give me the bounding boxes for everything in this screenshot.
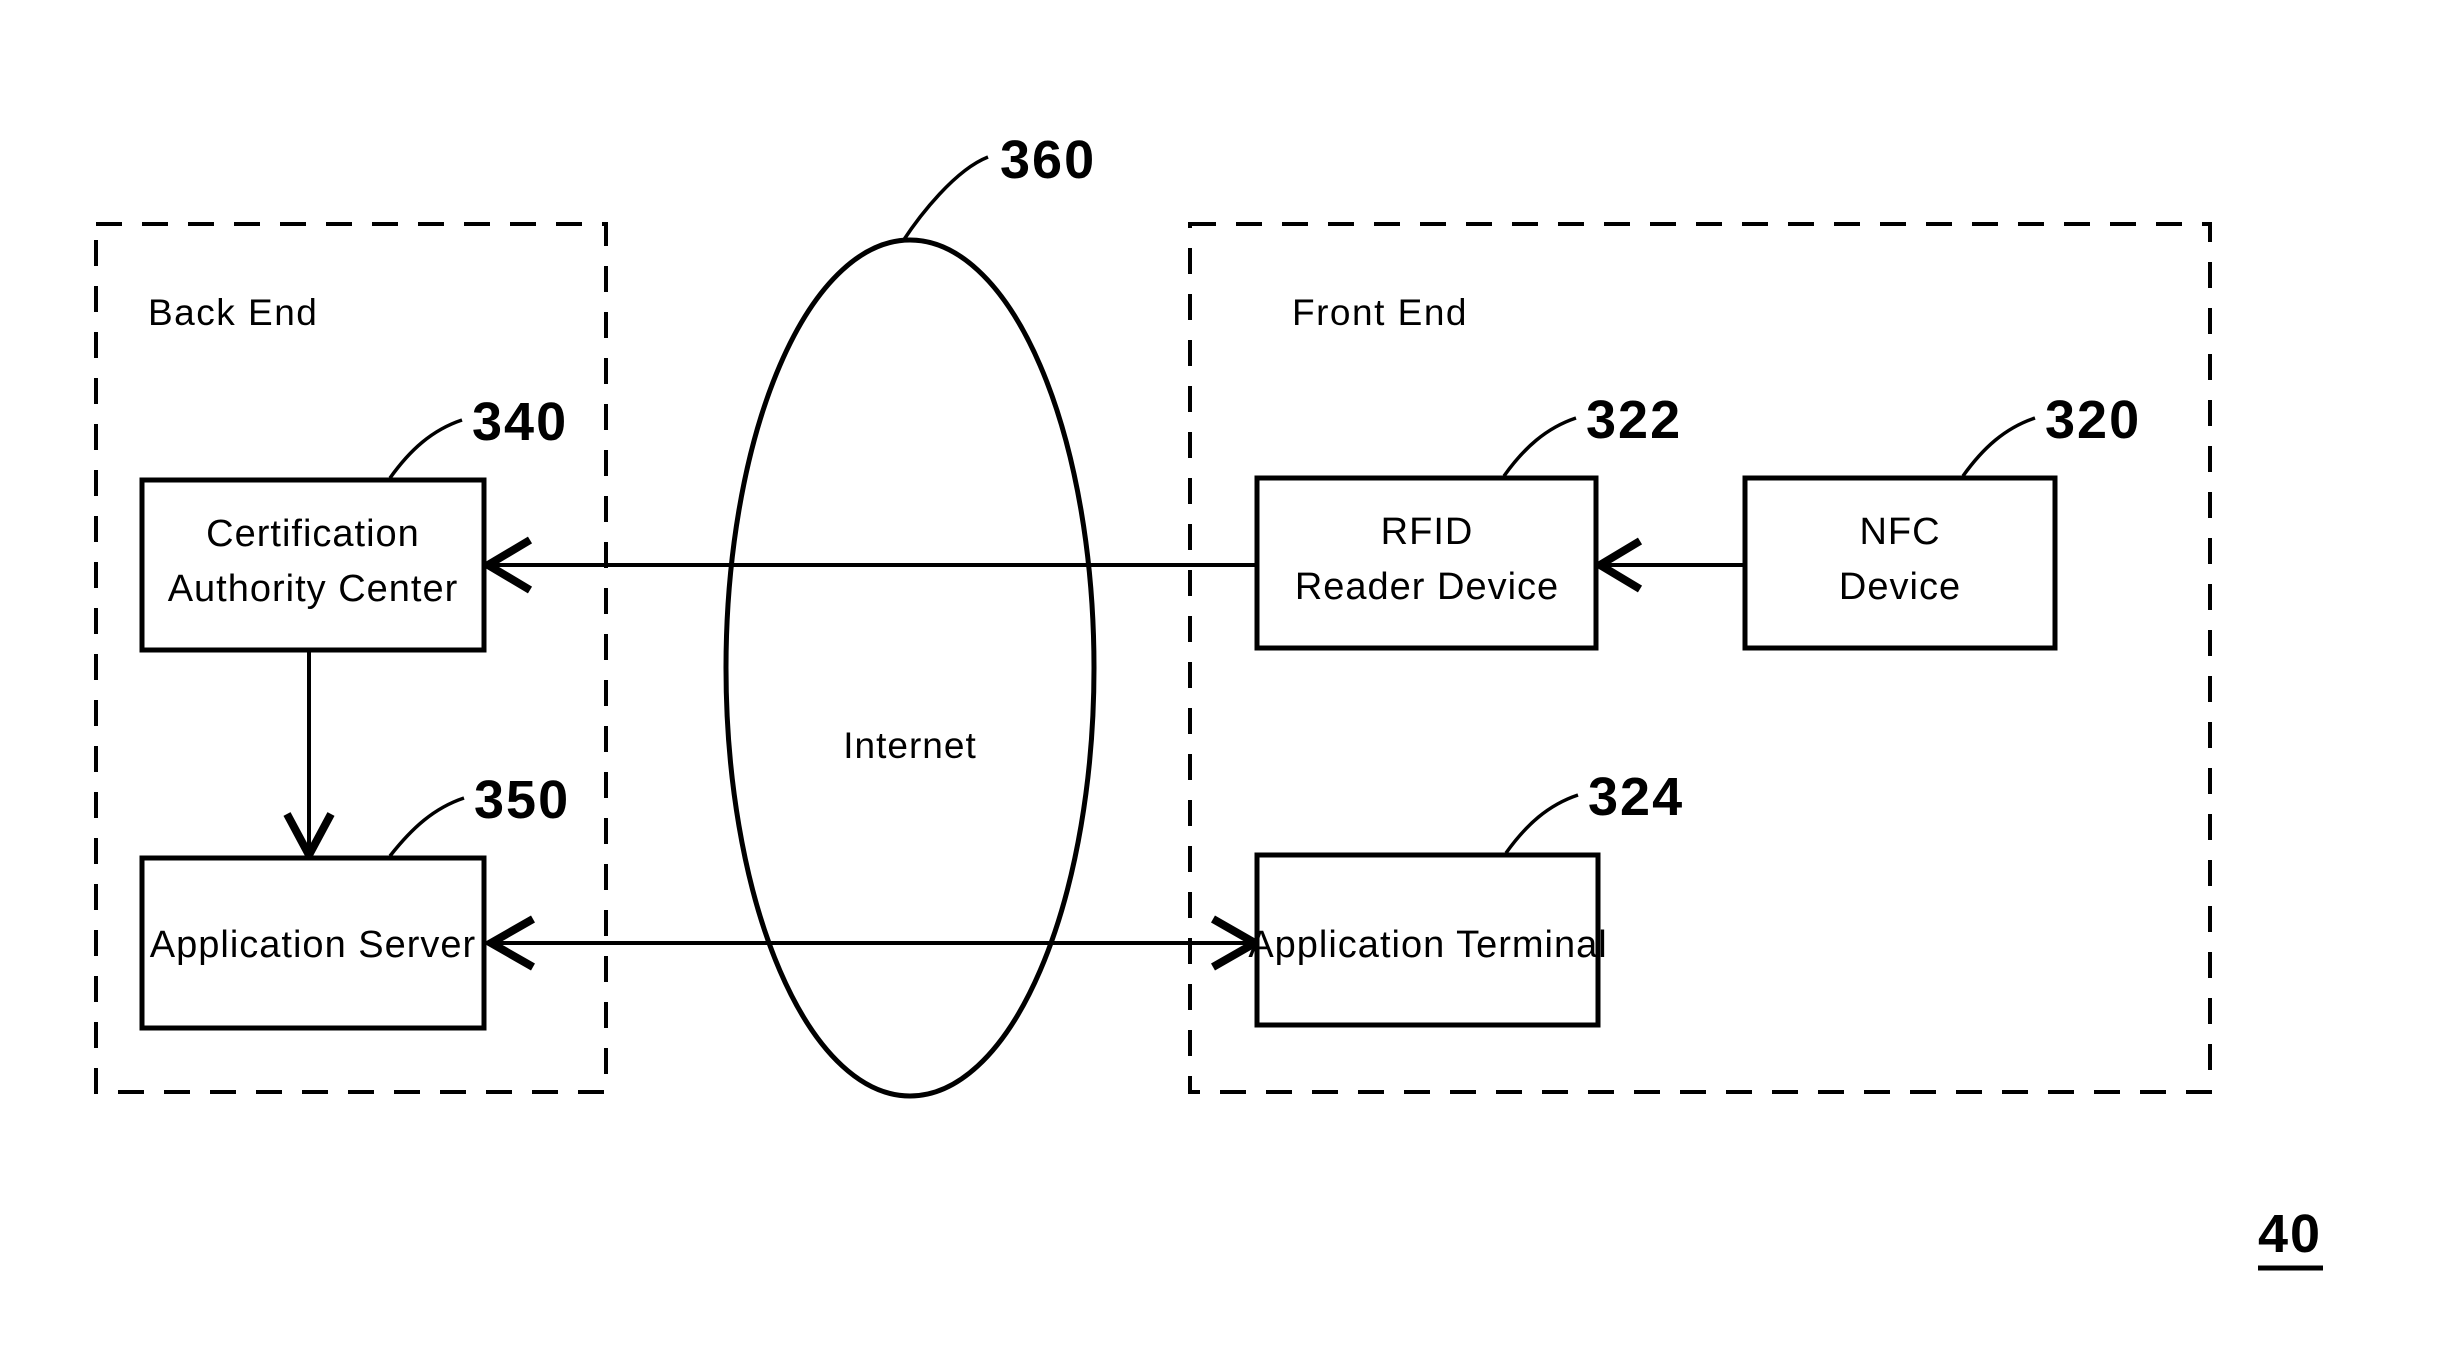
node-label-rfid-reader-device-line1: RFID [1381,511,1474,553]
node-box-certification-authority-center[interactable] [139,477,487,653]
ref-number-324: 324 [1588,767,1684,827]
diagram-canvas: Back End Front End Internet 360 Certific… [94,130,2323,1271]
node-label-application-server: Application Server [150,924,476,966]
node-label-rfid-reader-device-line2: Reader Device [1295,566,1559,608]
ref-number-320: 320 [2045,390,2141,450]
group-label-front-end: Front End [1292,292,1468,333]
node-rfid-reader-device[interactable]: RFID Reader Device [1254,475,1599,651]
group-label-back-end: Back End [148,292,318,333]
node-label-nfc-device-line1: NFC [1859,511,1940,553]
internet-cloud-label: Internet [843,725,976,766]
node-nfc-device[interactable]: NFC Device [1742,475,2058,651]
node-box-nfc-device[interactable] [1742,475,2058,651]
node-label-certification-authority-center-line2: Authority Center [168,568,459,610]
node-label-certification-authority-center-line1: Certification [206,513,420,555]
figure-number: 40 [2258,1204,2322,1264]
internet-cloud-ellipse [723,237,1097,1099]
node-box-rfid-reader-device[interactable] [1254,475,1599,651]
patent-figure: Back End Front End Internet 360 Certific… [0,0,2446,1370]
leader-line-360 [901,155,989,242]
node-application-terminal[interactable]: Application Terminal [1248,852,1607,1028]
ref-number-360: 360 [1000,130,1096,190]
leader-line-340 [388,418,463,480]
ref-number-322: 322 [1586,390,1682,450]
ref-number-350: 350 [474,770,570,830]
leader-line-320 [1961,416,2036,478]
node-label-application-terminal: Application Terminal [1248,924,1607,966]
node-label-nfc-device-line2: Device [1839,566,1961,608]
leader-line-350 [388,796,465,858]
node-certification-authority-center[interactable]: Certification Authority Center [139,477,487,653]
leader-line-324 [1504,793,1579,855]
leader-line-322 [1502,416,1577,478]
ref-number-340: 340 [472,392,568,452]
node-application-server[interactable]: Application Server [139,855,487,1031]
